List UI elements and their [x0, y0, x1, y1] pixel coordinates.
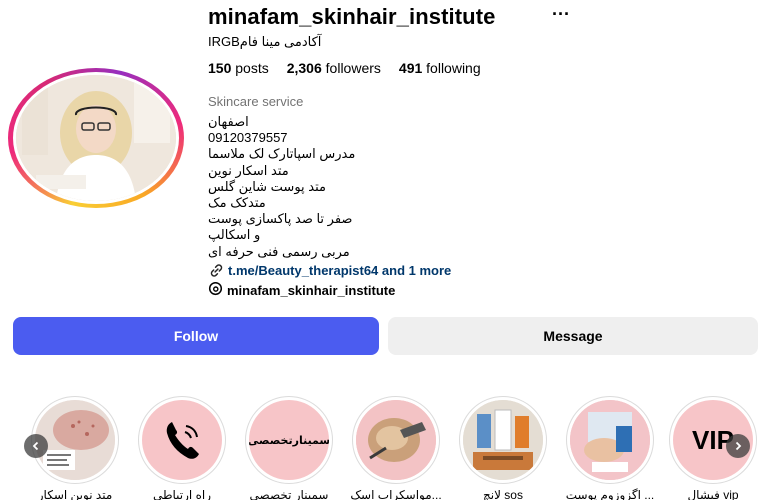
highlight-item[interactable]: اگزوزوم پوست ...: [560, 396, 660, 500]
highlights-next-button[interactable]: [726, 434, 750, 458]
message-button[interactable]: Message: [388, 317, 758, 355]
following-label: following: [426, 60, 481, 76]
seminar-text-icon: سمینارتخصصی: [249, 400, 329, 480]
profile-username: minafam_skinhair_institute: [208, 4, 496, 29]
profile-full-name: آکادمی مینا فامIRGB: [208, 34, 322, 49]
bio-line: و اسکالپ: [208, 227, 261, 243]
products-photo-icon: [463, 400, 543, 480]
threads-handle: minafam_skinhair_institute: [227, 282, 396, 298]
highlight-label: متد نوین اسکار: [37, 488, 113, 500]
profile-external-link[interactable]: t.me/Beauty_therapist64 and 1 more: [208, 262, 451, 278]
link-icon: [208, 262, 224, 278]
treatment-photo-icon: [570, 400, 650, 480]
highlight-label: لانچ sos: [483, 488, 523, 500]
threads-link[interactable]: minafam_skinhair_institute: [208, 281, 395, 299]
posts-label: posts: [235, 60, 269, 76]
followers-stat[interactable]: 2,306 followers: [287, 60, 381, 76]
bio-line: اصفهان: [208, 114, 249, 129]
avatar-illustration: [16, 75, 176, 201]
highlight-label: اگزوزوم پوست ...: [565, 488, 655, 500]
chevron-left-icon: [32, 441, 39, 451]
bio-line: مدرس اسپاتارک لک ملاسما: [208, 146, 356, 162]
bio-line: متد پوست شاین گلس: [208, 178, 326, 194]
bio-line: صفر تا صد پاکسازی پوست: [208, 211, 353, 227]
bio-line: متد اسکار نوین: [208, 162, 289, 178]
bio-line: 09120379557: [208, 130, 288, 146]
posts-count: 150: [208, 60, 232, 76]
followers-label: followers: [325, 60, 381, 76]
bio-line: مربی رسمی فنی حرفه ای: [208, 243, 350, 259]
highlight-item[interactable]: راه ارتباطی: [132, 396, 232, 500]
highlights-prev-button[interactable]: [24, 434, 48, 458]
followers-count: 2,306: [286, 60, 322, 76]
chevron-right-icon: [735, 441, 742, 451]
scar-photo-icon: [35, 400, 115, 480]
profile-avatar[interactable]: [8, 68, 184, 208]
threads-icon: [208, 281, 223, 299]
highlight-item[interactable]: سمینارتخصصی سمینار تخصصی: [239, 396, 339, 500]
profile-bio: اصفهان 09120379557 مدرس اسپاتارک لک ملاس…: [208, 114, 508, 260]
follow-button[interactable]: Follow: [13, 317, 379, 355]
highlight-label: راه ارتباطی: [152, 488, 212, 500]
link-text: t.me/Beauty_therapist64 and 1 more: [228, 262, 452, 278]
story-highlights: متد نوین اسکار راه ارتباطی سمینارتخصصی س…: [0, 396, 770, 500]
posts-stat: 150 posts: [208, 60, 269, 76]
more-dots-icon[interactable]: ···: [552, 4, 570, 25]
scalp-photo-icon: [356, 400, 436, 480]
highlight-cover: سمینارتخصصی: [245, 396, 333, 484]
highlight-label: مواسکراب اسک...: [350, 488, 442, 500]
profile-category: Skincare service: [208, 94, 304, 109]
phone-icon: [142, 400, 222, 480]
highlight-cover: [459, 396, 547, 484]
following-stat[interactable]: 491 following: [399, 60, 481, 76]
highlight-cover: [352, 396, 440, 484]
highlight-cover: [138, 396, 226, 484]
highlight-item[interactable]: مواسکراب اسک...: [346, 396, 446, 500]
highlight-cover: [566, 396, 654, 484]
highlight-label: فیشال vip: [687, 488, 739, 500]
highlight-label: سمینار تخصصی: [249, 488, 329, 500]
avatar-photo: [13, 72, 179, 204]
highlight-item[interactable]: لانچ sos: [453, 396, 553, 500]
profile-stats: 150 posts 2,306 followers 491 following: [208, 60, 481, 76]
bio-line: متدکک مک: [208, 195, 266, 211]
following-count: 491: [398, 60, 423, 76]
